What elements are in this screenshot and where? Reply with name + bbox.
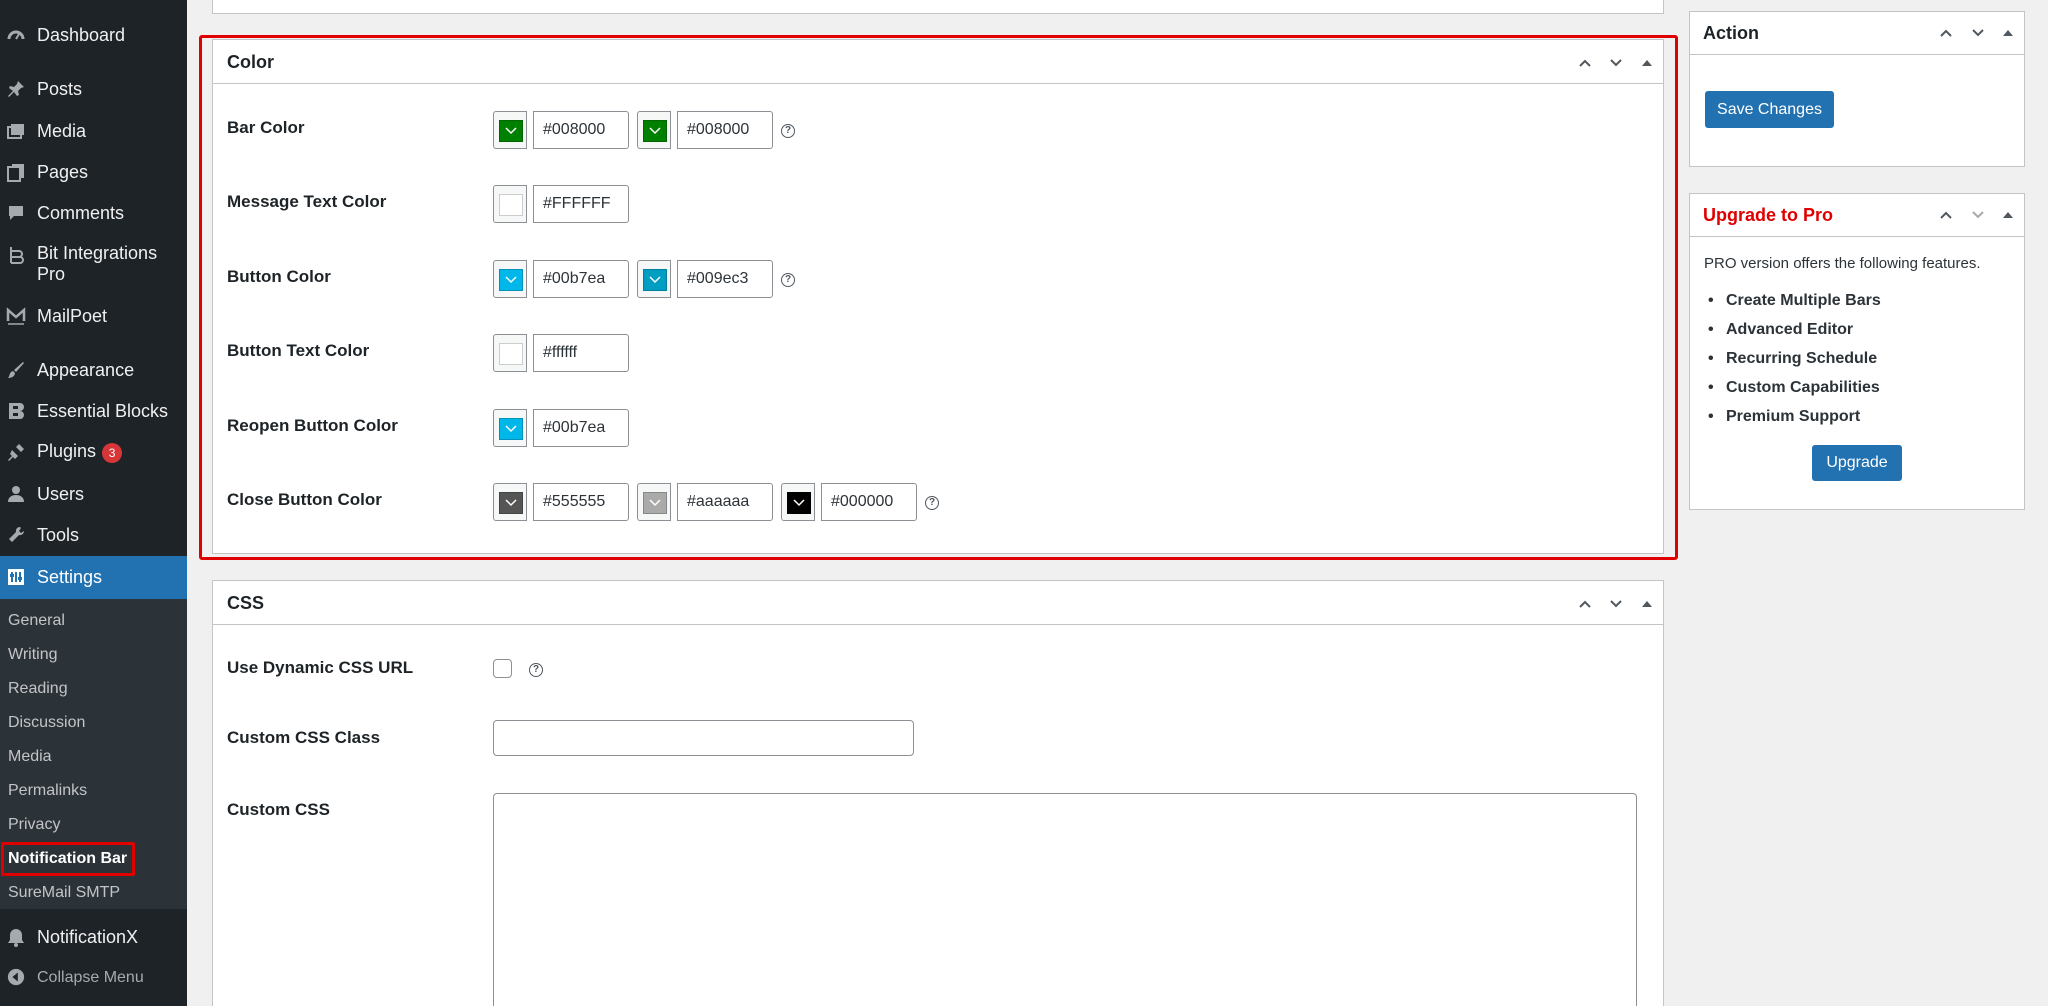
menu-posts[interactable]: Posts <box>0 78 187 100</box>
plugin-icon <box>6 442 26 462</box>
menu-label: Plugins 3 <box>37 441 123 463</box>
upgrade-pro-postbox: Upgrade to Pro PRO version offers the fo… <box>1689 193 2025 510</box>
submenu-writing[interactable]: Writing <box>8 645 58 665</box>
toggle-panel-icon[interactable] <box>1997 204 2019 226</box>
menu-label: Appearance <box>37 359 135 380</box>
menu-label: Users <box>37 483 85 504</box>
dynamic-css-checkbox[interactable] <box>493 659 512 678</box>
admin-sidebar: Dashboard Posts Media Pages Comments Bit… <box>0 0 187 1006</box>
action-postbox: Action Save Changes <box>1689 11 2025 167</box>
save-changes-button[interactable]: Save Changes <box>1705 91 1834 128</box>
css-postbox-title: CSS <box>227 593 265 613</box>
pro-feature: Premium Support <box>1708 408 1860 426</box>
move-down-icon[interactable] <box>1967 204 1989 226</box>
notificationx-icon <box>6 927 26 947</box>
submenu-discussion[interactable]: Discussion <box>8 713 85 733</box>
essential-blocks-icon <box>6 401 26 421</box>
menu-label: Posts <box>37 78 83 99</box>
wrench-icon <box>6 525 26 545</box>
action-postbox-header: Action <box>1690 12 2024 55</box>
help-icon[interactable]: ? <box>529 663 543 677</box>
menu-label: Tools <box>37 524 80 545</box>
menu-label: Pages <box>37 161 89 182</box>
menu-label: Essential Blocks <box>37 400 169 421</box>
notification-bar-highlight <box>1 842 135 876</box>
submenu-reading[interactable]: Reading <box>8 679 68 699</box>
upgrade-button[interactable]: Upgrade <box>1812 445 1902 481</box>
custom-css-class-label: Custom CSS Class <box>227 728 381 747</box>
settings-icon <box>6 567 26 587</box>
move-down-icon[interactable] <box>1967 22 1989 44</box>
paintbrush-icon <box>6 360 26 380</box>
pro-intro-text: PRO version offers the following feature… <box>1704 255 1981 272</box>
submenu-permalinks[interactable]: Permalinks <box>8 781 87 801</box>
menu-label: Bit Integrations <box>37 243 158 263</box>
menu-mailpoet[interactable]: MailPoet <box>0 305 187 327</box>
custom-css-label: Custom CSS <box>227 800 330 819</box>
css-postbox: CSS Use Dynamic CSS URL ? Custom CSS Cla… <box>212 580 1664 1006</box>
toggle-panel-icon[interactable] <box>1997 22 2019 44</box>
pushpin-icon <box>6 79 26 99</box>
menu-tools[interactable]: Tools <box>0 524 187 546</box>
pro-feature: Recurring Schedule <box>1708 350 1877 368</box>
pro-feature: Advanced Editor <box>1708 321 1853 339</box>
mailpoet-icon <box>6 306 26 326</box>
comment-icon <box>6 203 26 223</box>
move-up-icon[interactable] <box>1574 593 1596 615</box>
menu-bit-integrations[interactable]: Bit Integrations Pro <box>0 243 187 285</box>
submenu-media[interactable]: Media <box>8 747 52 767</box>
submenu-general[interactable]: General <box>8 611 65 631</box>
user-icon <box>6 484 26 504</box>
color-section-highlight <box>199 35 1678 560</box>
css-postbox-header: CSS <box>213 581 1663 625</box>
menu-notificationx[interactable]: NotificationX <box>0 926 187 948</box>
submenu-privacy[interactable]: Privacy <box>8 815 60 835</box>
custom-css-class-input[interactable] <box>493 720 914 756</box>
menu-label: MailPoet <box>37 305 108 326</box>
action-postbox-title: Action <box>1703 23 1759 43</box>
pro-feature: Create Multiple Bars <box>1708 292 1881 310</box>
menu-label: Media <box>37 120 87 141</box>
menu-label: NotificationX <box>37 926 139 947</box>
bit-integrations-icon <box>6 245 26 265</box>
plugins-update-badge: 3 <box>102 442 123 463</box>
media-icon <box>6 121 26 141</box>
move-up-icon[interactable] <box>1935 204 1957 226</box>
menu-media[interactable]: Media <box>0 120 187 142</box>
menu-essential-blocks[interactable]: Essential Blocks <box>0 400 187 422</box>
menu-comments[interactable]: Comments <box>0 202 187 224</box>
move-down-icon[interactable] <box>1605 593 1627 615</box>
custom-css-textarea[interactable] <box>493 793 1637 1006</box>
move-up-icon[interactable] <box>1935 22 1957 44</box>
plugins-label: Plugins <box>37 441 97 462</box>
menu-dashboard[interactable]: Dashboard <box>0 24 187 46</box>
dashboard-icon <box>6 25 26 45</box>
menu-appearance[interactable]: Appearance <box>0 359 187 381</box>
menu-label: Comments <box>37 202 125 223</box>
upgrade-pro-title: Upgrade to Pro <box>1703 205 1834 225</box>
pro-feature: Custom Capabilities <box>1708 379 1880 397</box>
menu-pages[interactable]: Pages <box>0 161 187 183</box>
menu-settings[interactable]: Settings <box>0 556 187 599</box>
menu-plugins[interactable]: Plugins 3 <box>0 441 187 463</box>
dynamic-css-label: Use Dynamic CSS URL <box>227 658 414 677</box>
upgrade-pro-header: Upgrade to Pro <box>1690 194 2024 237</box>
menu-label: Settings <box>37 567 103 587</box>
menu-users[interactable]: Users <box>0 483 187 505</box>
menu-label: Collapse Menu <box>37 968 144 986</box>
collapse-menu-button[interactable]: Collapse Menu <box>0 966 187 988</box>
submenu-suremail-smtp[interactable]: SureMail SMTP <box>8 883 120 903</box>
menu-label: Dashboard <box>37 24 126 45</box>
menu-label-line2: Pro <box>37 264 66 284</box>
toggle-panel-icon[interactable] <box>1636 593 1658 615</box>
previous-postbox <box>212 0 1664 14</box>
collapse-icon <box>6 967 26 987</box>
pages-icon <box>6 162 26 182</box>
